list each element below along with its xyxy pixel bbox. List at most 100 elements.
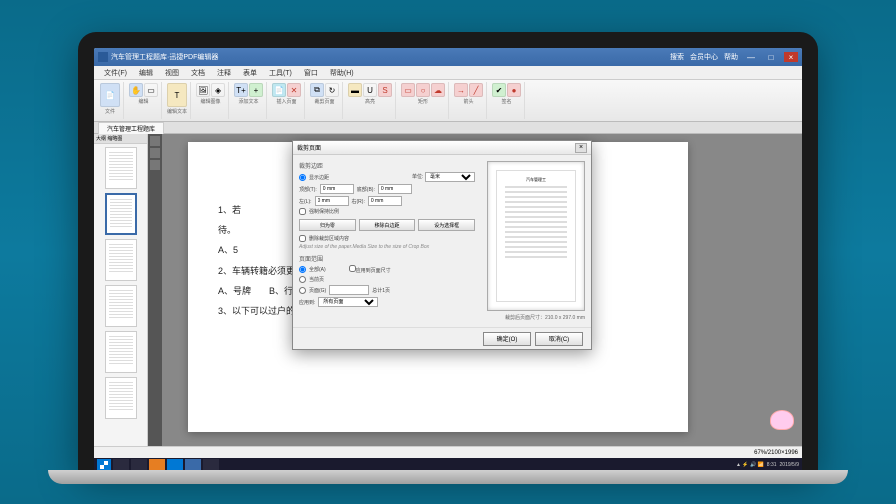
thumbnail-panel: 大纲 缩略图 缩略图: [94, 134, 148, 458]
task-app-3[interactable]: [185, 459, 201, 471]
menu-view[interactable]: 视图: [159, 66, 185, 79]
delete-crop-check[interactable]: [299, 235, 306, 242]
task-search[interactable]: [113, 459, 129, 471]
menu-comment[interactable]: 注释: [211, 66, 237, 79]
dialog-titlebar[interactable]: 裁剪页面 ×: [293, 141, 591, 155]
menu-edit[interactable]: 编辑: [133, 66, 159, 79]
delete-page-icon[interactable]: ✕: [287, 83, 301, 97]
apply-to-select[interactable]: 所有页面: [318, 297, 378, 307]
vtool-1[interactable]: [150, 136, 160, 146]
unit-select[interactable]: 毫米: [425, 172, 475, 182]
file-icon[interactable]: 📄: [100, 83, 120, 107]
insert-page-icon[interactable]: 📄: [272, 83, 286, 97]
app-icon: [98, 52, 108, 62]
menu-form[interactable]: 表单: [237, 66, 263, 79]
title-bar: 汽车管理工程题库 · 迅捷PDF编辑器 搜索 会员中心 帮助 — □ ×: [94, 48, 802, 66]
bottom-input[interactable]: [378, 184, 412, 194]
sidebar-head: 大纲 缩略图: [94, 134, 147, 144]
menu-file[interactable]: 文件(F): [98, 66, 133, 79]
vtool-2[interactable]: [150, 148, 160, 158]
crop-preview: 汽车管理工: [487, 161, 585, 311]
ellipse-icon[interactable]: ○: [416, 83, 430, 97]
hand-icon[interactable]: ✋: [129, 83, 143, 97]
add-text-icon[interactable]: T+: [234, 83, 248, 97]
page-thumb-6[interactable]: [105, 377, 137, 419]
pages-input[interactable]: [329, 285, 369, 295]
page-range-label: 页面范围: [299, 254, 475, 263]
dialog-close-button[interactable]: ×: [575, 143, 587, 153]
preview-size-label: 裁剪后页面尺寸：210.0 x 297.0 mm: [487, 314, 585, 321]
current-page-radio[interactable]: [299, 276, 306, 283]
crop-margin-label: 裁剪边距: [299, 161, 475, 170]
vtool-3[interactable]: [150, 160, 160, 170]
app-name: 迅捷PDF编辑器: [169, 52, 218, 62]
page-thumb-3[interactable]: [105, 239, 137, 281]
maximize-button[interactable]: □: [764, 52, 778, 62]
mascot-icon[interactable]: [770, 410, 794, 430]
highlight-icon[interactable]: ▬: [348, 83, 362, 97]
windows-taskbar: ▲ ⚡ 🔊 📶 8:31 2019/5/9: [94, 458, 802, 472]
task-app-1[interactable]: [149, 459, 165, 471]
set-selection-button[interactable]: 设为选择框: [418, 219, 475, 231]
page-thumb-2[interactable]: [105, 193, 137, 235]
menu-window[interactable]: 窗口: [298, 66, 324, 79]
clock-time[interactable]: 8:31: [767, 462, 777, 468]
task-app-4[interactable]: [203, 459, 219, 471]
keep-ratio-check[interactable]: [299, 208, 306, 215]
start-button[interactable]: [97, 459, 111, 471]
select-icon[interactable]: ▭: [144, 83, 158, 97]
add-image-icon[interactable]: +: [249, 83, 263, 97]
left-input[interactable]: [315, 196, 349, 206]
page-thumb-4[interactable]: [105, 285, 137, 327]
underline-icon[interactable]: U: [363, 83, 377, 97]
minimize-button[interactable]: —: [744, 52, 758, 62]
show-margin-radio[interactable]: [299, 174, 306, 181]
page-thumb-1[interactable]: [105, 147, 137, 189]
crop-page-icon[interactable]: ⧉: [310, 83, 324, 97]
clock-date: 2019/5/9: [780, 462, 799, 468]
strikeout-icon[interactable]: S: [378, 83, 392, 97]
menu-document[interactable]: 文档: [185, 66, 211, 79]
reset-zero-button[interactable]: 归为零: [299, 219, 356, 231]
edit-text-icon[interactable]: T: [167, 83, 187, 107]
all-pages-radio[interactable]: [299, 266, 306, 273]
dialog-title: 裁剪页面: [297, 143, 321, 152]
status-bar: 67%/2100×1996: [94, 446, 802, 458]
ok-button[interactable]: 确定(O): [483, 332, 531, 346]
menu-help[interactable]: 帮助(H): [324, 66, 360, 79]
close-button[interactable]: ×: [784, 52, 798, 62]
arrow-icon[interactable]: →: [454, 83, 468, 97]
view-toolbar: [148, 134, 162, 458]
apply-size-check[interactable]: [349, 265, 356, 272]
hint-text: Adjust size of the paper.Media Size to t…: [299, 244, 475, 250]
cancel-button[interactable]: 取消(C): [535, 332, 583, 346]
remove-white-button[interactable]: 移除白边距: [359, 219, 416, 231]
doc-title: 汽车管理工程题库: [111, 52, 167, 62]
top-input[interactable]: [320, 184, 354, 194]
member-link[interactable]: 会员中心: [690, 52, 718, 62]
line-icon[interactable]: ╱: [469, 83, 483, 97]
doc-tab[interactable]: 汽车管理工程题库: [98, 122, 164, 134]
ribbon-toolbar: 📄文件 ✋▭编辑 T编辑文本 🖼◈编辑图像 T++添加文本 📄✕插入页面 ⧉↻裁…: [94, 80, 802, 122]
edit-image-icon[interactable]: 🖼: [196, 83, 210, 97]
menu-tools[interactable]: 工具(T): [263, 66, 298, 79]
task-app-2[interactable]: [167, 459, 183, 471]
task-cortana[interactable]: [131, 459, 147, 471]
rect-icon[interactable]: ▭: [401, 83, 415, 97]
search-link[interactable]: 搜索: [670, 52, 684, 62]
document-tab-bar: 汽车管理工程题库: [94, 122, 802, 134]
sign-icon[interactable]: ✔: [492, 83, 506, 97]
zoom-indicator[interactable]: 67%/2100×1996: [754, 450, 798, 456]
help-link[interactable]: 帮助: [724, 52, 738, 62]
cloud-icon[interactable]: ☁: [431, 83, 445, 97]
page-thumb-5[interactable]: [105, 331, 137, 373]
edit-object-icon[interactable]: ◈: [211, 83, 225, 97]
stamp-icon[interactable]: ●: [507, 83, 521, 97]
menu-bar: 文件(F) 编辑 视图 文档 注释 表单 工具(T) 窗口 帮助(H): [94, 66, 802, 80]
crop-page-dialog: 裁剪页面 × 裁剪边距 显示边距 单位: 毫米 顶部(T):: [292, 140, 592, 350]
right-input[interactable]: [368, 196, 402, 206]
pages-radio[interactable]: [299, 287, 306, 294]
tray-icons[interactable]: ▲ ⚡ 🔊 📶: [736, 462, 764, 468]
rotate-page-icon[interactable]: ↻: [325, 83, 339, 97]
document-view[interactable]: 1、若（ C ）的无赔偿优 待。 A、5 2、车辆转籍必须更换（ D ）。 A、…: [148, 134, 802, 458]
